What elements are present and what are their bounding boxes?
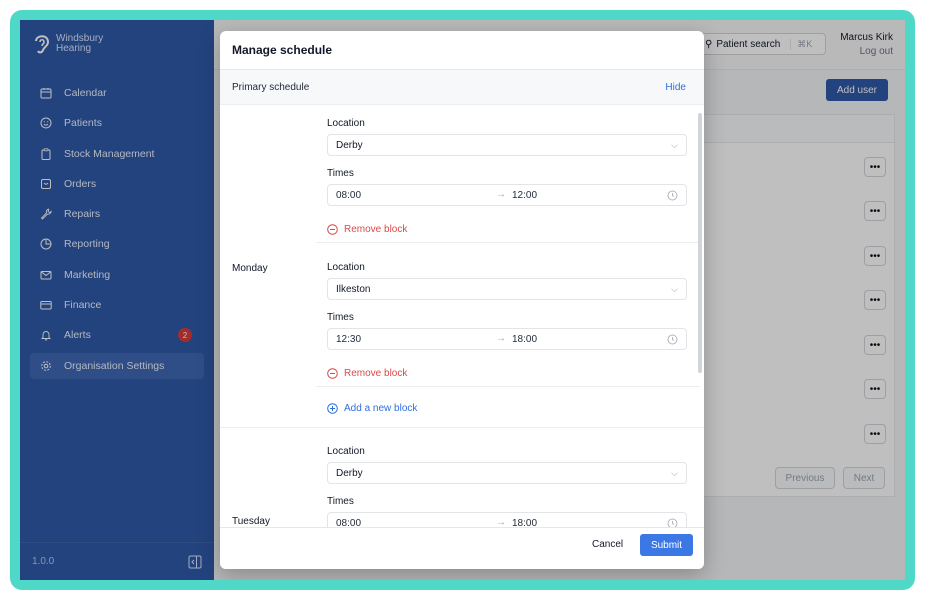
modal-body: Primary schedule Hide Monday Location De… (220, 70, 704, 527)
modal-title: Manage schedule (232, 43, 333, 57)
remove-block-label: Remove block (344, 223, 408, 235)
location-label: Location (327, 118, 365, 129)
schedule-block: Location Derby ⌵ Times 08:00 → 12:00 Rem… (327, 118, 687, 236)
location-label: Location (327, 446, 365, 457)
location-value: Ilkeston (336, 283, 371, 295)
times-label: Times (327, 168, 354, 179)
time-range-input[interactable]: 08:00 → 18:00 (327, 512, 687, 527)
time-range-input[interactable]: 08:00 → 12:00 (327, 184, 687, 206)
manage-schedule-modal: Manage schedule Primary schedule Hide Mo… (220, 31, 704, 569)
chevron-down-icon: ⌵ (671, 467, 678, 478)
start-time[interactable]: 08:00 (336, 518, 361, 527)
day-label-monday: Monday (232, 263, 268, 274)
chevron-down-icon: ⌵ (671, 283, 678, 294)
hide-link[interactable]: Hide (665, 82, 686, 93)
cancel-button[interactable]: Cancel (592, 539, 623, 550)
schedule-block: Location Ilkeston ⌵ Times 12:30 → 18:00 … (327, 262, 687, 380)
minus-circle-icon (327, 223, 338, 235)
block-divider (316, 242, 700, 243)
end-time[interactable]: 18:00 (512, 334, 537, 345)
add-new-block-button[interactable]: Add a new block (327, 403, 417, 414)
start-time[interactable]: 12:30 (336, 334, 361, 345)
block-divider (316, 386, 700, 387)
add-block-label: Add a new block (344, 403, 418, 414)
day-divider (220, 427, 704, 428)
clock-icon (667, 518, 678, 527)
location-value: Derby (336, 467, 363, 479)
arrow-right-icon: → (496, 333, 506, 344)
submit-button[interactable]: Submit (640, 534, 693, 556)
location-select[interactable]: Derby ⌵ (327, 462, 687, 484)
times-label: Times (327, 312, 354, 323)
minus-circle-icon (327, 367, 338, 379)
location-select[interactable]: Derby ⌵ (327, 134, 687, 156)
remove-block-label: Remove block (344, 367, 408, 379)
end-time[interactable]: 12:00 (512, 190, 537, 201)
remove-block-button[interactable]: Remove block (327, 222, 687, 236)
section-title: Primary schedule (232, 81, 310, 93)
day-label-tuesday: Tuesday (232, 516, 270, 527)
clock-icon (667, 190, 678, 201)
primary-schedule-header: Primary schedule Hide (220, 70, 704, 105)
arrow-right-icon: → (496, 189, 506, 200)
time-range-input[interactable]: 12:30 → 18:00 (327, 328, 687, 350)
app-window: Windsbury Hearing Calendar Patients Stoc… (20, 20, 905, 580)
clock-icon (667, 334, 678, 345)
location-value: Derby (336, 139, 363, 151)
modal-header: Manage schedule (220, 31, 704, 70)
arrow-right-icon: → (496, 517, 506, 527)
chevron-down-icon: ⌵ (671, 139, 678, 150)
end-time[interactable]: 18:00 (512, 518, 537, 527)
modal-scrollbar[interactable] (698, 113, 702, 373)
modal-footer: Cancel Submit (220, 527, 704, 569)
start-time[interactable]: 08:00 (336, 190, 361, 201)
remove-block-button[interactable]: Remove block (327, 366, 687, 380)
location-select[interactable]: Ilkeston ⌵ (327, 278, 687, 300)
times-label: Times (327, 496, 354, 507)
schedule-block: Location Derby ⌵ Times 08:00 → 18:00 (327, 446, 687, 527)
location-label: Location (327, 262, 365, 273)
plus-circle-icon (327, 403, 338, 414)
